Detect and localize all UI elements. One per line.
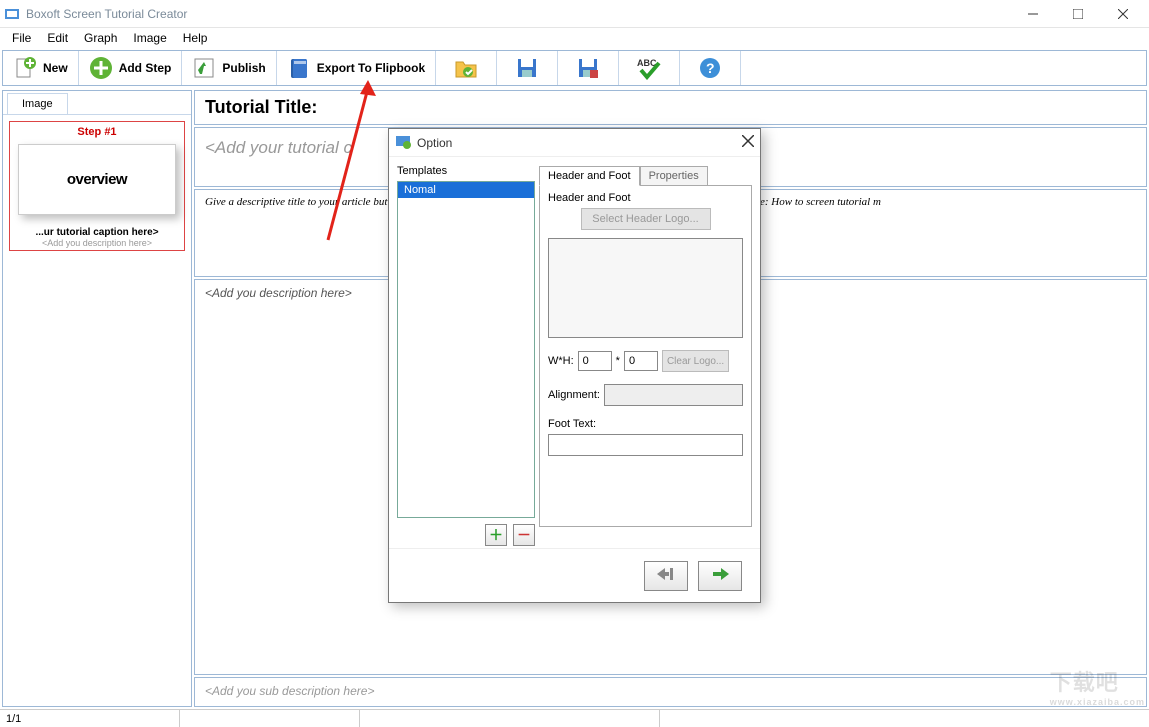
add-step-icon: [89, 56, 113, 80]
arrow-right-icon: [709, 566, 731, 585]
book-icon: [287, 56, 311, 80]
minus-icon: －: [517, 525, 531, 545]
logo-preview: [548, 238, 743, 338]
next-button[interactable]: [698, 561, 742, 591]
templates-label: Templates: [397, 165, 535, 181]
save-as-button[interactable]: [558, 51, 619, 85]
dialog-icon: [395, 133, 411, 152]
save-button[interactable]: [497, 51, 558, 85]
option-dialog: Option Templates Nomal ＋ － Header and Fo…: [388, 128, 761, 603]
save-icon: [515, 56, 539, 80]
export-label: Export To Flipbook: [317, 61, 425, 75]
help-button[interactable]: ?: [680, 51, 741, 85]
status-page: 1/1: [0, 710, 180, 727]
remove-template-button[interactable]: －: [513, 524, 535, 546]
status-cell-2: [180, 710, 360, 727]
menu-edit[interactable]: Edit: [39, 29, 76, 47]
arrow-left-icon: [655, 566, 677, 585]
folder-icon: [454, 56, 478, 80]
step-thumbnail[interactable]: Step #1 overview ...ur tutorial caption …: [9, 121, 185, 251]
save-as-icon: [576, 56, 600, 80]
help-icon: ?: [698, 56, 722, 80]
height-input[interactable]: [624, 351, 658, 371]
select-header-logo-button[interactable]: Select Header Logo...: [581, 208, 711, 230]
tab-properties[interactable]: Properties: [640, 166, 708, 186]
new-label: New: [43, 61, 68, 75]
publish-button[interactable]: Publish: [182, 51, 276, 85]
spellcheck-button[interactable]: ABC: [619, 51, 680, 85]
clear-logo-button[interactable]: Clear Logo...: [662, 350, 729, 372]
thumbnail-text: overview: [25, 171, 169, 188]
left-panel: Image Step #1 overview ...ur tutorial ca…: [2, 90, 192, 707]
dialog-titlebar[interactable]: Option: [389, 129, 760, 157]
watermark: 下载吧www.xiazaiba.com: [1050, 665, 1145, 707]
close-button[interactable]: [1100, 0, 1145, 28]
sub-description-input[interactable]: <Add you sub description here>: [194, 677, 1147, 707]
open-folder-button[interactable]: [436, 51, 497, 85]
publish-label: Publish: [222, 61, 265, 75]
template-item-nomal[interactable]: Nomal: [398, 182, 534, 198]
plus-icon: ＋: [489, 525, 503, 545]
maximize-button[interactable]: [1055, 0, 1100, 28]
menu-help[interactable]: Help: [175, 29, 216, 47]
statusbar: 1/1: [0, 709, 1149, 727]
step-title: Step #1: [12, 124, 182, 144]
spellcheck-icon: ABC: [637, 56, 661, 80]
app-icon: [4, 6, 20, 22]
back-button[interactable]: [644, 561, 688, 591]
new-button[interactable]: New: [3, 51, 79, 85]
app-title: Boxoft Screen Tutorial Creator: [26, 7, 1010, 21]
wh-separator: *: [616, 355, 620, 367]
add-step-button[interactable]: Add Step: [79, 51, 183, 85]
add-step-label: Add Step: [119, 61, 172, 75]
add-template-button[interactable]: ＋: [485, 524, 507, 546]
header-foot-section-label: Header and Foot: [548, 192, 743, 204]
dialog-close-button[interactable]: [742, 135, 754, 150]
tutorial-title-label: Tutorial Title:: [194, 90, 1147, 125]
tab-header-foot[interactable]: Header and Foot: [539, 166, 640, 186]
alignment-select[interactable]: [604, 384, 743, 406]
menu-graph[interactable]: Graph: [76, 29, 125, 47]
menu-file[interactable]: File: [4, 29, 39, 47]
foot-text-label: Foot Text:: [548, 418, 743, 430]
toolbar: New Add Step Publish Export To Flipbook …: [2, 50, 1147, 86]
new-icon: [13, 56, 37, 80]
minimize-button[interactable]: [1010, 0, 1055, 28]
menu-image[interactable]: Image: [125, 29, 174, 47]
svg-text:?: ?: [706, 60, 715, 76]
publish-icon: [192, 56, 216, 80]
templates-list[interactable]: Nomal: [397, 181, 535, 518]
export-flipbook-button[interactable]: Export To Flipbook: [277, 51, 436, 85]
foot-text-input[interactable]: [548, 434, 743, 456]
wh-label: W*H:: [548, 355, 574, 367]
dialog-title: Option: [417, 136, 742, 150]
menubar: File Edit Graph Image Help: [0, 28, 1149, 48]
thumbnail-preview: overview: [18, 144, 176, 215]
thumbnail-description: <Add you description here>: [12, 238, 182, 248]
status-cell-3: [360, 710, 660, 727]
thumbnail-caption: ...ur tutorial caption here>: [12, 227, 182, 238]
alignment-label: Alignment:: [548, 389, 600, 401]
window-titlebar: Boxoft Screen Tutorial Creator: [0, 0, 1149, 28]
image-tab[interactable]: Image: [7, 93, 68, 114]
width-input[interactable]: [578, 351, 612, 371]
